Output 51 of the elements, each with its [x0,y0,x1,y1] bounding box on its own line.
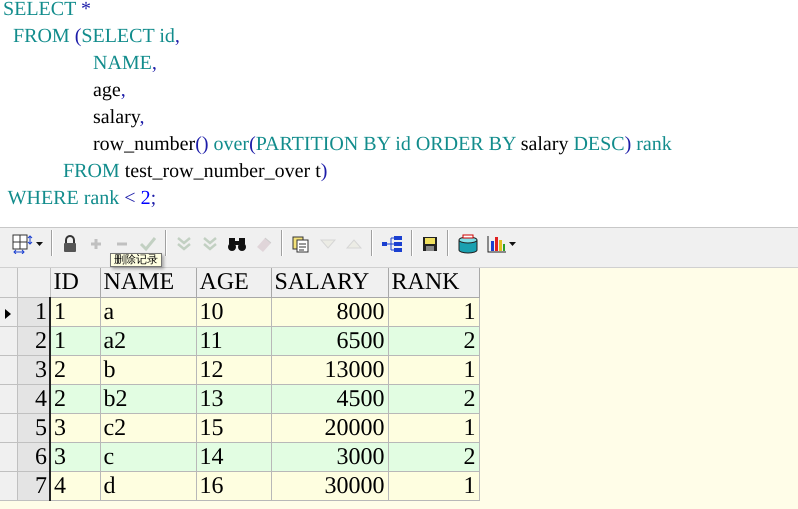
table-cell: 4500 [271,384,388,413]
code-line: NAME, [92,52,157,74]
table-cell: 16 [196,471,271,500]
table-cell: c2 [100,413,196,442]
table-cell: 1 [388,471,479,500]
table-cell: 2 [388,326,479,355]
table-cell: 8000 [271,297,388,326]
table-cell: 1 [388,413,479,442]
table-cell: 2 [388,442,479,471]
table-cell: 4 [50,471,100,500]
table-cell: 1 [388,297,479,326]
table-cell: 3 [50,442,100,471]
table-cell: 3 [50,413,100,442]
table-cell: 15 [196,413,271,442]
table-cell: d [100,471,196,500]
row-number: 4 [17,384,50,413]
tooltip: 删除记录 [110,253,162,267]
table-cell: b2 [100,384,196,413]
table-cell: 11 [196,326,271,355]
code-line: FROM test_row_number_over t) [62,160,328,182]
row-number: 5 [17,413,50,442]
row-number: 3 [17,355,50,384]
code-line: SELECT * [3,0,91,20]
code-line: row_number() over(PARTITION BY id ORDER BY salary DESC) rank [92,133,672,155]
table-cell: 14 [196,442,271,471]
table-cell: 30000 [271,471,388,500]
table-cell: 20000 [271,413,388,442]
code-line: age, [92,79,126,101]
table-cell: 2 [50,355,100,384]
table-cell: 10 [196,297,271,326]
table-cell: a2 [100,326,196,355]
table-cell: b [100,355,196,384]
table-cell: c [100,442,196,471]
table-cell: 2 [50,384,100,413]
row-number: 7 [17,471,50,500]
table-cell: 13 [196,384,271,413]
table-cell: 12 [196,355,271,384]
table-cell: 1 [388,355,479,384]
table-cell: 3000 [271,442,388,471]
table-cell: 1 [50,297,100,326]
table-cell: 6500 [271,326,388,355]
table-cell: 1 [50,326,100,355]
table-cell: 2 [388,384,479,413]
table-cell: 13000 [271,355,388,384]
table-cell: a [100,297,196,326]
code-line: FROM (SELECT id, [12,25,180,47]
row-number: 1 [17,297,50,326]
row-number: 2 [17,326,50,355]
code-line: salary, [92,106,144,128]
code-line: WHERE rank < 2; [6,187,156,209]
row-number: 6 [17,442,50,471]
